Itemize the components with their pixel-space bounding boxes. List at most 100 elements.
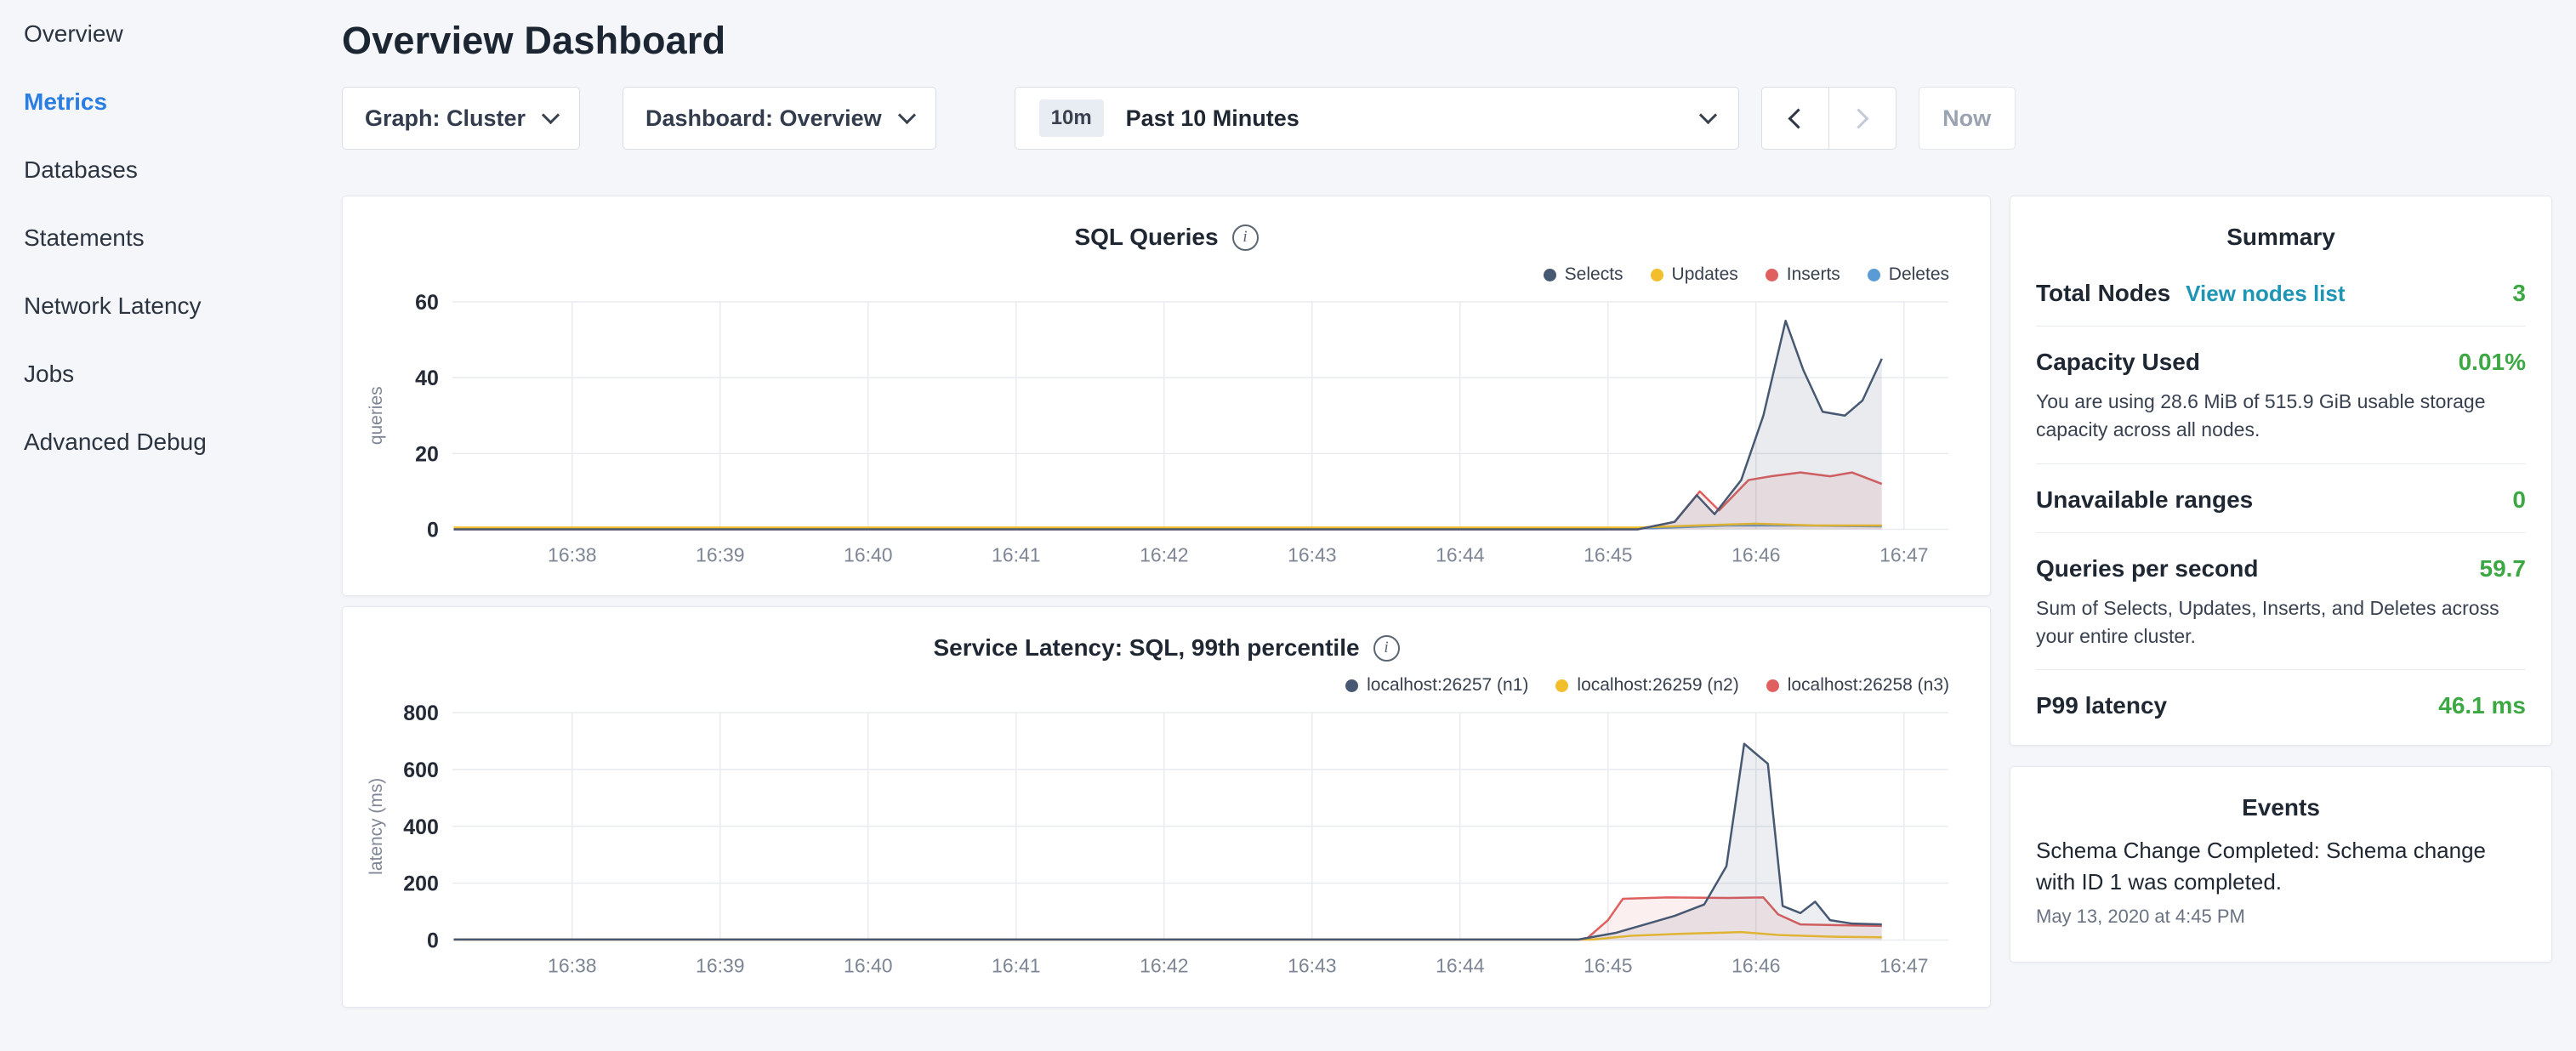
legend-dot-icon bbox=[1544, 269, 1556, 281]
summary-label: Queries per second bbox=[2036, 555, 2258, 582]
svg-text:16:44: 16:44 bbox=[1436, 955, 1485, 977]
chart-title-row: Service Latency: SQL, 99th percentile i bbox=[363, 634, 1970, 662]
sql-queries-plot[interactable]: 020406016:3816:3916:4016:4116:4216:4316:… bbox=[363, 292, 1970, 573]
svg-text:600: 600 bbox=[403, 758, 439, 782]
sidebar-item-network-latency[interactable]: Network Latency bbox=[24, 272, 342, 340]
dashboard-dropdown[interactable]: Dashboard: Overview bbox=[623, 87, 936, 150]
view-nodes-list-link[interactable]: View nodes list bbox=[2186, 281, 2345, 307]
legend-label: Selects bbox=[1565, 264, 1624, 285]
sidebar-item-advanced-debug[interactable]: Advanced Debug bbox=[24, 408, 342, 476]
summary-label: Capacity Used bbox=[2036, 349, 2200, 376]
svg-text:400: 400 bbox=[403, 815, 439, 839]
legend-item[interactable]: localhost:26258 (n3) bbox=[1766, 675, 1949, 696]
legend-dot-icon bbox=[1868, 269, 1880, 281]
summary-label: P99 latency bbox=[2036, 692, 2167, 719]
service-latency-plot[interactable]: 020040060080016:3816:3916:4016:4116:4216… bbox=[363, 702, 1970, 984]
summary-label: Unavailable ranges bbox=[2036, 486, 2253, 514]
now-button[interactable]: Now bbox=[1919, 87, 2016, 150]
controls-bar: Graph: Cluster Dashboard: Overview 10m P… bbox=[342, 87, 2552, 150]
svg-text:16:39: 16:39 bbox=[696, 543, 744, 565]
legend-item[interactable]: localhost:26259 (n2) bbox=[1555, 675, 1738, 696]
sidebar-item-metrics[interactable]: Metrics bbox=[24, 68, 342, 136]
page-title: Overview Dashboard bbox=[342, 19, 2552, 63]
svg-text:20: 20 bbox=[415, 442, 439, 466]
summary-value: 46.1 ms bbox=[2438, 692, 2526, 719]
summary-row-p99-latency: P99 latency 46.1 ms bbox=[2036, 670, 2526, 738]
charts-column: SQL Queries i Selects Updates Inserts Delet… bbox=[342, 196, 1991, 1018]
time-controls: 10m Past 10 Minutes Now bbox=[1015, 87, 2016, 150]
time-step-buttons bbox=[1761, 87, 1896, 150]
svg-text:16:40: 16:40 bbox=[844, 955, 892, 977]
sidebar-nav: Overview Metrics Databases Statements Ne… bbox=[0, 0, 342, 1051]
summary-title: Summary bbox=[2036, 224, 2526, 251]
summary-value: 0 bbox=[2512, 486, 2526, 514]
sql-queries-chart-card: SQL Queries i Selects Updates Inserts Delet… bbox=[342, 196, 1991, 596]
summary-row-unavailable-ranges: Unavailable ranges 0 bbox=[2036, 464, 2526, 533]
svg-text:16:40: 16:40 bbox=[844, 543, 892, 565]
time-range-label: Past 10 Minutes bbox=[1126, 105, 1299, 132]
dashboard-dropdown-label: Dashboard: Overview bbox=[645, 105, 882, 132]
info-icon[interactable]: i bbox=[1232, 224, 1259, 251]
events-panel: Events Schema Change Completed: Schema c… bbox=[2010, 766, 2552, 963]
chevron-down-icon bbox=[1699, 105, 1717, 123]
main-content: Overview Dashboard Graph: Cluster Dashbo… bbox=[342, 0, 2576, 1051]
svg-text:16:39: 16:39 bbox=[696, 955, 744, 977]
svg-text:16:42: 16:42 bbox=[1140, 955, 1188, 977]
svg-text:16:43: 16:43 bbox=[1288, 955, 1336, 977]
svg-text:16:41: 16:41 bbox=[992, 955, 1040, 977]
legend-label: localhost:26259 (n2) bbox=[1577, 675, 1738, 696]
svg-text:200: 200 bbox=[403, 872, 439, 896]
chevron-down-icon bbox=[542, 105, 560, 123]
chart-title: Service Latency: SQL, 99th percentile bbox=[933, 634, 1359, 662]
svg-text:16:45: 16:45 bbox=[1584, 955, 1632, 977]
legend-dot-icon bbox=[1345, 679, 1358, 692]
summary-row-capacity-used: Capacity Used 0.01% You are using 28.6 M… bbox=[2036, 327, 2526, 464]
svg-text:40: 40 bbox=[415, 366, 439, 390]
info-icon[interactable]: i bbox=[1373, 635, 1400, 662]
legend-dot-icon bbox=[1766, 269, 1778, 281]
summary-description: You are using 28.6 MiB of 515.9 GiB usab… bbox=[2036, 388, 2526, 445]
sidebar-item-overview[interactable]: Overview bbox=[24, 0, 342, 68]
sidebar-item-databases[interactable]: Databases bbox=[24, 136, 342, 204]
svg-text:16:41: 16:41 bbox=[992, 543, 1040, 565]
svg-text:16:44: 16:44 bbox=[1436, 543, 1485, 565]
graph-dropdown-label: Graph: Cluster bbox=[365, 105, 526, 132]
sidebar-item-jobs[interactable]: Jobs bbox=[24, 340, 342, 408]
chart-title-row: SQL Queries i bbox=[363, 224, 1970, 251]
svg-text:16:47: 16:47 bbox=[1879, 543, 1928, 565]
svg-text:16:46: 16:46 bbox=[1732, 955, 1780, 977]
legend-label: Deletes bbox=[1889, 264, 1949, 285]
svg-text:latency (ms): latency (ms) bbox=[367, 778, 386, 875]
legend-item[interactable]: Updates bbox=[1651, 264, 1738, 285]
svg-text:0: 0 bbox=[427, 929, 439, 953]
graph-dropdown[interactable]: Graph: Cluster bbox=[342, 87, 580, 150]
sidebar-item-statements[interactable]: Statements bbox=[24, 204, 342, 272]
legend-label: localhost:26257 (n1) bbox=[1367, 675, 1528, 696]
svg-text:queries: queries bbox=[367, 386, 386, 445]
legend-dot-icon bbox=[1651, 269, 1663, 281]
svg-text:800: 800 bbox=[403, 702, 439, 725]
time-forward-button[interactable] bbox=[1828, 87, 1896, 150]
svg-text:16:43: 16:43 bbox=[1288, 543, 1336, 565]
chevron-left-icon bbox=[1788, 108, 1809, 128]
chart-title: SQL Queries bbox=[1074, 224, 1218, 251]
summary-description: Sum of Selects, Updates, Inserts, and De… bbox=[2036, 594, 2526, 651]
legend-label: localhost:26258 (n3) bbox=[1788, 675, 1949, 696]
right-column: Summary Total Nodes View nodes list 3 Ca… bbox=[2010, 196, 2552, 963]
time-back-button[interactable] bbox=[1761, 87, 1829, 150]
time-range-badge: 10m bbox=[1039, 99, 1104, 137]
summary-value: 3 bbox=[2512, 280, 2526, 307]
summary-panel: Summary Total Nodes View nodes list 3 Ca… bbox=[2010, 196, 2552, 746]
svg-text:16:42: 16:42 bbox=[1140, 543, 1188, 565]
time-range-picker[interactable]: 10m Past 10 Minutes bbox=[1015, 87, 1739, 150]
summary-value: 59.7 bbox=[2480, 555, 2527, 582]
event-text[interactable]: Schema Change Completed: Schema change w… bbox=[2036, 835, 2526, 897]
legend-item[interactable]: Selects bbox=[1544, 264, 1624, 285]
legend-item[interactable]: localhost:26257 (n1) bbox=[1345, 675, 1528, 696]
legend-dot-icon bbox=[1555, 679, 1568, 692]
summary-value: 0.01% bbox=[2459, 349, 2526, 376]
svg-text:16:47: 16:47 bbox=[1879, 955, 1928, 977]
legend-item[interactable]: Deletes bbox=[1868, 264, 1949, 285]
legend-item[interactable]: Inserts bbox=[1766, 264, 1840, 285]
service-latency-chart-card: Service Latency: SQL, 99th percentile i … bbox=[342, 606, 1991, 1007]
